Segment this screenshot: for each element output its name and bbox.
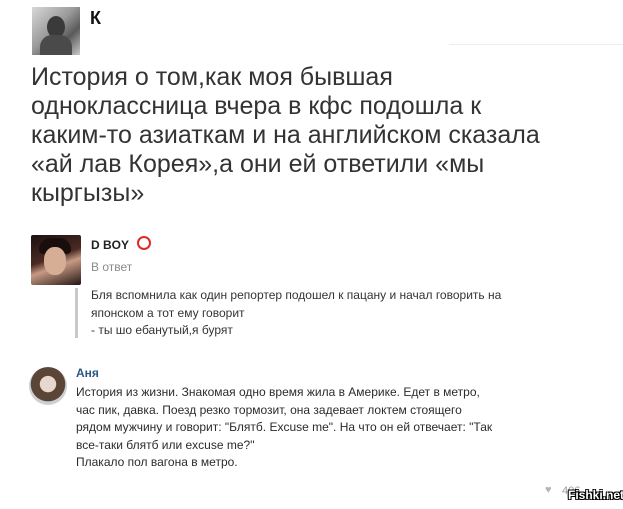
watermark: Fishki.net — [568, 488, 623, 502]
avatar-face-shape — [44, 247, 66, 275]
reply-subtitle: В ответ — [91, 260, 133, 274]
author-name[interactable]: К — [90, 8, 101, 29]
heart-icon[interactable]: ♥ — [545, 484, 552, 496]
comment-avatar[interactable] — [29, 367, 67, 405]
comment-author-name[interactable]: Аня — [76, 366, 99, 380]
reply-author-name[interactable]: D BOY — [91, 238, 129, 252]
reply-text: Бля вспомнила как один репортер подошел … — [91, 288, 502, 337]
comment-text: История из жизни. Знакомая одно время жи… — [76, 385, 493, 469]
header-divider — [449, 44, 623, 45]
author-avatar[interactable] — [32, 7, 80, 55]
quote-line — [75, 288, 78, 338]
avatar-body-shape — [40, 35, 72, 55]
circle-icon — [137, 236, 151, 250]
reply-avatar[interactable] — [31, 235, 81, 285]
post-text: История о том,как моя бывшая одноклассни… — [31, 63, 540, 207]
